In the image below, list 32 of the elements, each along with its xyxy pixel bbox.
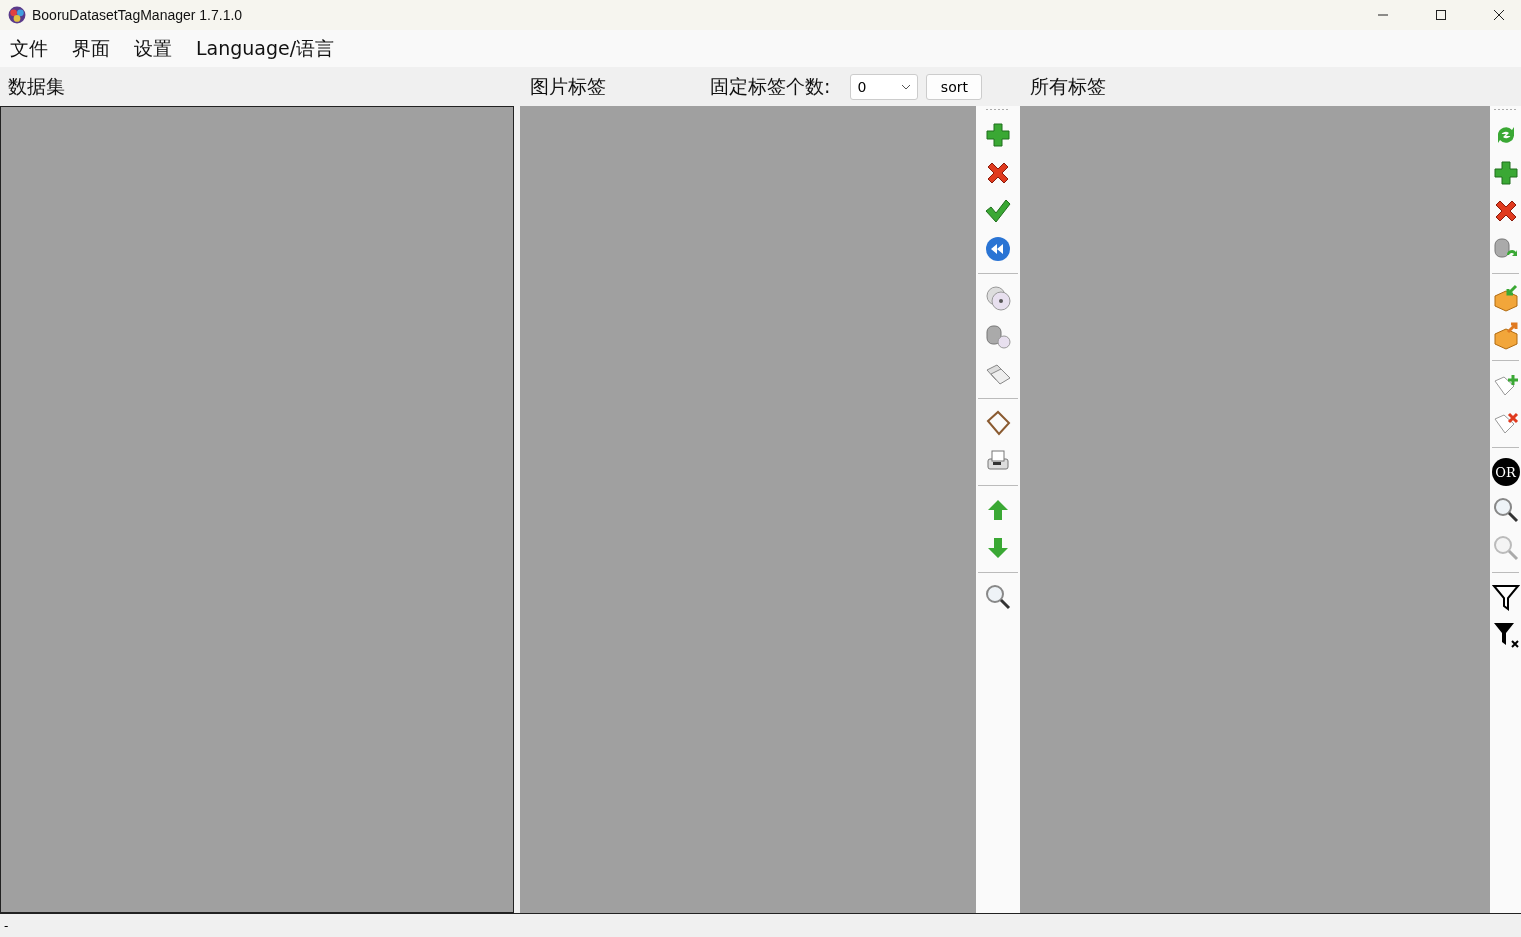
grip-icon	[1493, 108, 1518, 111]
sort-button[interactable]: sort	[926, 73, 983, 100]
search-icon[interactable]	[984, 583, 1012, 611]
chevron-down-icon	[901, 83, 912, 90]
discs-icon[interactable]	[984, 284, 1012, 312]
menu-item[interactable]: Language/语言	[196, 35, 335, 62]
box-import-icon[interactable]	[1491, 284, 1520, 312]
plus-icon[interactable]	[1491, 159, 1520, 187]
status-text: -	[4, 918, 9, 933]
menu-item[interactable]: 界面	[72, 35, 110, 62]
database-disc-icon[interactable]	[984, 322, 1012, 350]
rewind-icon[interactable]	[984, 235, 1012, 263]
grip-icon	[986, 108, 1010, 111]
box-export-icon[interactable]	[1491, 322, 1520, 350]
panel-title: 所有标签	[1030, 74, 1106, 97]
field-label: 固定标签个数:	[710, 73, 831, 99]
search-faded-icon[interactable]	[1491, 534, 1520, 562]
filter-clear-icon[interactable]	[1491, 621, 1520, 649]
menu-item[interactable]: 设置	[134, 35, 172, 62]
close-icon[interactable]	[1493, 9, 1505, 21]
window-title: BooruDatasetTagManager 1.7.1.0	[32, 7, 243, 23]
app-logo-icon	[8, 6, 26, 24]
maximize-icon[interactable]	[1435, 9, 1447, 21]
panel-title: 数据集	[8, 74, 65, 97]
count-dropdown[interactable]: 0	[850, 73, 919, 100]
or-button[interactable]: OR	[1491, 458, 1520, 486]
checkmark-icon[interactable]	[984, 197, 1012, 225]
plus-icon[interactable]	[984, 121, 1012, 149]
filter-icon[interactable]	[1491, 583, 1520, 611]
menu-item[interactable]: 文件	[10, 35, 48, 62]
search-icon[interactable]	[1491, 496, 1520, 524]
panel-title: 图片标签	[530, 73, 606, 99]
